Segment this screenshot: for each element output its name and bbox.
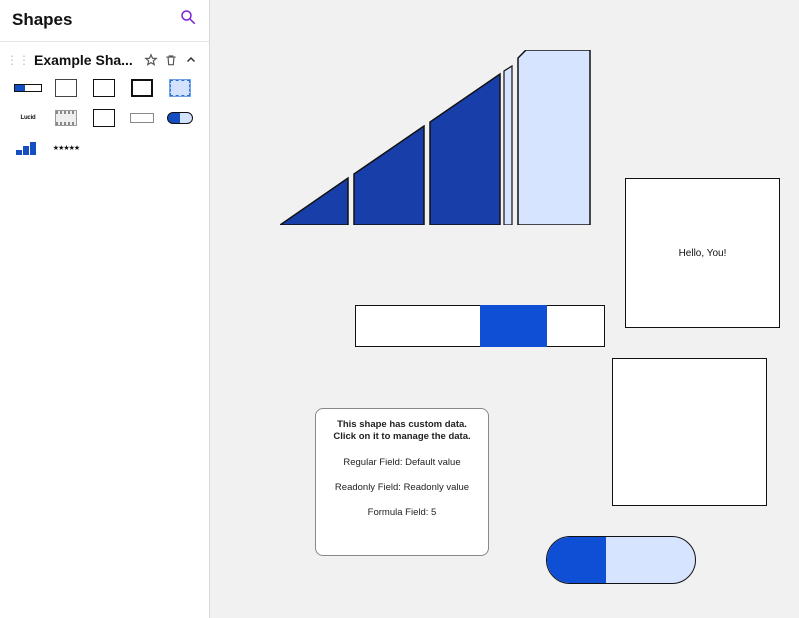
custom-data-row: Regular Field: Default value [324,457,480,468]
shapes-panel-title: Shapes [12,10,72,30]
shape-library-name: Example Sha... [34,52,139,68]
staircase-shape[interactable] [280,50,610,225]
thumb-rect-flat[interactable] [128,108,156,128]
pill-shape[interactable] [546,536,696,584]
custom-data-row: Formula Field: 5 [324,507,480,518]
custom-data-row: Readonly Field: Readonly value [324,482,480,493]
drag-handle-icon[interactable]: ⋮⋮ [6,53,30,67]
hello-text: Hello, You! [679,248,727,259]
thumb-rect-thin[interactable] [52,78,80,98]
progress-fill [480,305,547,347]
thumb-rect[interactable] [90,78,118,98]
thumb-stars[interactable]: ★★★★★ [52,138,80,158]
canvas[interactable]: Hello, You! This shape has custom data. … [210,0,799,618]
hello-rectangle[interactable]: Hello, You! [625,178,780,328]
divider [0,41,209,42]
thumb-lucid-logo[interactable]: Lucid [14,108,42,128]
pill-fill [547,537,606,583]
thumb-film[interactable] [52,108,80,128]
chevron-up-icon[interactable] [183,52,199,68]
shapes-panel-header: Shapes [0,0,209,37]
shapes-panel: Shapes ⋮⋮ Example Sha... [0,0,210,618]
thumb-rect-2[interactable] [90,108,118,128]
progress-shape[interactable] [355,305,605,347]
thumb-progress-bar[interactable] [14,78,42,98]
empty-rectangle[interactable] [612,358,767,506]
thumb-pill[interactable] [166,108,194,128]
custom-data-shape[interactable]: This shape has custom data. Click on it … [315,408,489,556]
shape-thumbnail-grid: Lucid ★★★★★ [0,76,209,168]
search-icon[interactable] [179,8,197,31]
thumb-rect-selected[interactable] [166,78,194,98]
thumb-rect-heavy[interactable] [128,78,156,98]
thumb-staircase[interactable] [14,138,42,158]
custom-data-header: This shape has custom data. Click on it … [324,419,480,443]
trash-icon[interactable] [163,52,179,68]
shape-library-header[interactable]: ⋮⋮ Example Sha... [0,50,209,76]
star-icon[interactable] [143,52,159,68]
